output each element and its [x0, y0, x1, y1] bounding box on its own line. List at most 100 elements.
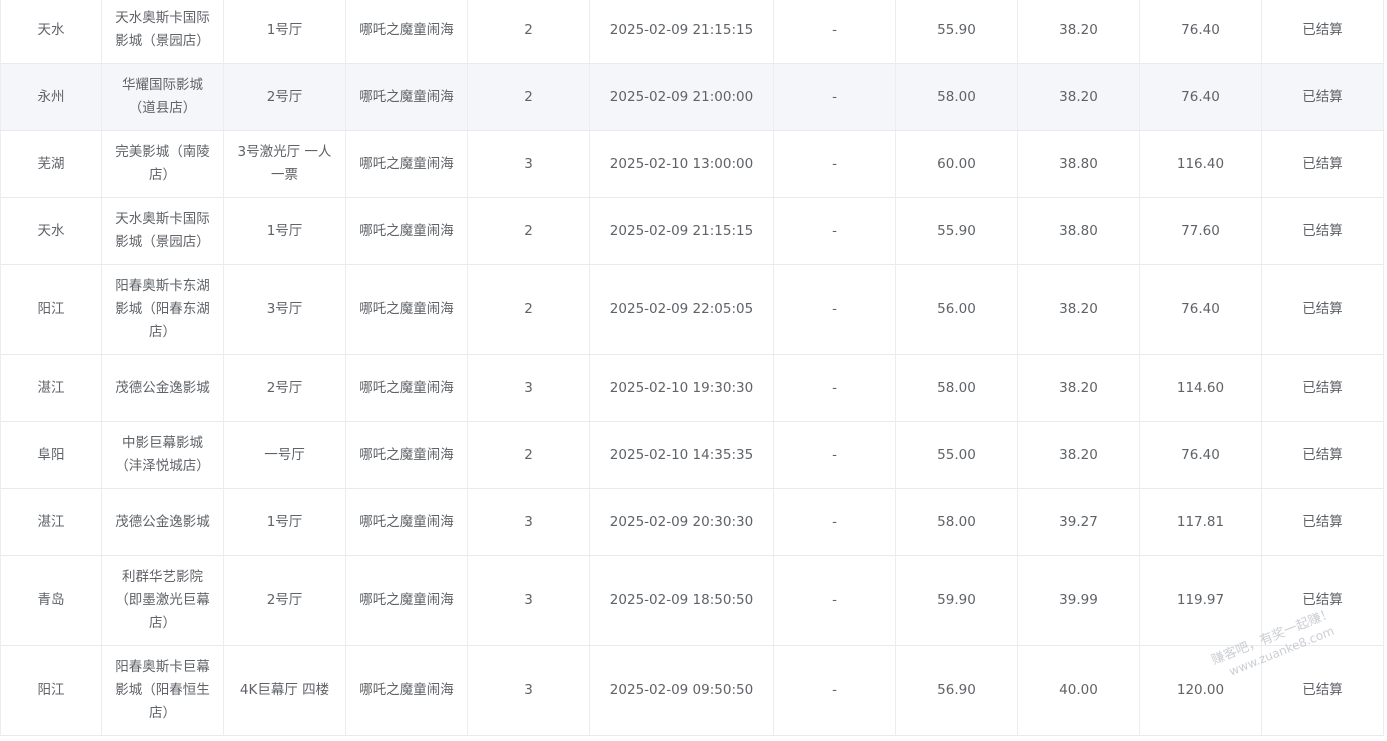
cell-showtime: 2025-02-09 21:15:15	[589, 197, 774, 265]
table-row[interactable]: 芜湖 完美影城（南陵店） 3号激光厅 一人一票 哪吒之魔童闹海 3 2025-02-10 …	[0, 130, 1384, 198]
cell-qty: 2	[467, 0, 590, 64]
cell-movie: 哪吒之魔童闹海	[345, 197, 468, 265]
cell-price: 58.00	[895, 354, 1018, 422]
cell-status: 已结算	[1261, 197, 1384, 265]
cell-cinema: 利群华艺影院（即墨激光巨幕店）	[101, 555, 224, 646]
cell-cinema: 中影巨幕影城（沣泽悦城店）	[101, 421, 224, 489]
cell-city: 天水	[0, 0, 102, 64]
cell-seat: -	[773, 130, 896, 198]
cell-city: 青岛	[0, 555, 102, 646]
table-row[interactable]: 湛江 茂德公金逸影城 1号厅 哪吒之魔童闹海 3 2025-02-09 20:30:30-…	[0, 488, 1384, 556]
cell-unit-cost: 38.20	[1017, 264, 1140, 355]
cell-status: 已结算	[1261, 130, 1384, 198]
cell-city: 阳江	[0, 645, 102, 736]
cell-unit-cost: 40.00	[1017, 645, 1140, 736]
cell-showtime: 2025-02-09 18:50:50	[589, 555, 774, 646]
cell-qty: 2	[467, 63, 590, 131]
cell-qty: 2	[467, 421, 590, 489]
cell-seat: -	[773, 354, 896, 422]
cell-cinema: 华耀国际影城（道县店）	[101, 63, 224, 131]
cell-price: 59.90	[895, 555, 1018, 646]
cell-movie: 哪吒之魔童闹海	[345, 130, 468, 198]
cell-seat: -	[773, 488, 896, 556]
cell-city: 永州	[0, 63, 102, 131]
cell-price: 55.90	[895, 197, 1018, 265]
cell-hall: 1号厅	[223, 488, 346, 556]
cell-cinema: 阳春奥斯卡东湖影城（阳春东湖店）	[101, 264, 224, 355]
cell-status: 已结算	[1261, 555, 1384, 646]
cell-movie: 哪吒之魔童闹海	[345, 264, 468, 355]
cell-unit-cost: 38.20	[1017, 421, 1140, 489]
cell-seat: -	[773, 197, 896, 265]
cell-city: 湛江	[0, 354, 102, 422]
cell-seat: -	[773, 63, 896, 131]
cell-showtime: 2025-02-09 20:30:30	[589, 488, 774, 556]
cell-seat: -	[773, 264, 896, 355]
cell-hall: 1号厅	[223, 197, 346, 265]
table-row[interactable]: 天水 天水奥斯卡国际影城（景园店） 1号厅 哪吒之魔童闹海 2 2025-02-09 21…	[0, 197, 1384, 265]
cell-cinema: 茂德公金逸影城	[101, 488, 224, 556]
cell-qty: 3	[467, 130, 590, 198]
cell-qty: 3	[467, 488, 590, 556]
cell-unit-cost: 38.20	[1017, 63, 1140, 131]
cell-price: 58.00	[895, 488, 1018, 556]
cell-status: 已结算	[1261, 63, 1384, 131]
cell-movie: 哪吒之魔童闹海	[345, 0, 468, 64]
cell-movie: 哪吒之魔童闹海	[345, 421, 468, 489]
cell-total: 76.40	[1139, 421, 1262, 489]
cell-total: 76.40	[1139, 264, 1262, 355]
cell-qty: 3	[467, 354, 590, 422]
cell-showtime: 2025-02-09 22:05:05	[589, 264, 774, 355]
cell-status: 已结算	[1261, 264, 1384, 355]
cell-price: 55.00	[895, 421, 1018, 489]
cell-unit-cost: 38.20	[1017, 0, 1140, 64]
cell-status: 已结算	[1261, 0, 1384, 64]
cell-city: 阜阳	[0, 421, 102, 489]
cell-showtime: 2025-02-10 14:35:35	[589, 421, 774, 489]
cell-hall: 一号厅	[223, 421, 346, 489]
cell-cinema: 阳春奥斯卡巨幕影城（阳春恒生店）	[101, 645, 224, 736]
table-row[interactable]: 阳江 阳春奥斯卡巨幕影城（阳春恒生店） 4K巨幕厅 四楼 哪吒之魔童闹海 3 2025-0…	[0, 645, 1384, 736]
table-row[interactable]: 阳江 阳春奥斯卡东湖影城（阳春东湖店） 3号厅 哪吒之魔童闹海 2 2025-02-09 …	[0, 264, 1384, 355]
table-row[interactable]: 天水 天水奥斯卡国际影城（景园店） 1号厅 哪吒之魔童闹海 2 2025-02-09 21…	[0, 0, 1384, 64]
table-row[interactable]: 青岛 利群华艺影院（即墨激光巨幕店） 2号厅 哪吒之魔童闹海 3 2025-02-09 1…	[0, 555, 1384, 646]
cell-hall: 2号厅	[223, 63, 346, 131]
cell-qty: 3	[467, 555, 590, 646]
cell-city: 天水	[0, 197, 102, 265]
cell-unit-cost: 38.20	[1017, 354, 1140, 422]
orders-table: 天水 天水奥斯卡国际影城（景园店） 1号厅 哪吒之魔童闹海 2 2025-02-09 21…	[0, 0, 1384, 736]
cell-hall: 3号激光厅 一人一票	[223, 130, 346, 198]
table-row[interactable]: 永州 华耀国际影城（道县店） 2号厅 哪吒之魔童闹海 2 2025-02-09 21:00…	[0, 63, 1384, 131]
cell-seat: -	[773, 555, 896, 646]
cell-price: 56.90	[895, 645, 1018, 736]
cell-hall: 1号厅	[223, 0, 346, 64]
cell-movie: 哪吒之魔童闹海	[345, 555, 468, 646]
cell-total: 77.60	[1139, 197, 1262, 265]
cell-showtime: 2025-02-10 19:30:30	[589, 354, 774, 422]
cell-movie: 哪吒之魔童闹海	[345, 354, 468, 422]
cell-unit-cost: 38.80	[1017, 130, 1140, 198]
cell-seat: -	[773, 0, 896, 64]
cell-cinema: 天水奥斯卡国际影城（景园店）	[101, 0, 224, 64]
cell-total: 117.81	[1139, 488, 1262, 556]
cell-status: 已结算	[1261, 354, 1384, 422]
cell-price: 58.00	[895, 63, 1018, 131]
table-row[interactable]: 阜阳 中影巨幕影城（沣泽悦城店） 一号厅 哪吒之魔童闹海 2 2025-02-10 14:…	[0, 421, 1384, 489]
cell-city: 阳江	[0, 264, 102, 355]
cell-total: 116.40	[1139, 130, 1262, 198]
cell-cinema: 天水奥斯卡国际影城（景园店）	[101, 197, 224, 265]
table-row[interactable]: 湛江 茂德公金逸影城 2号厅 哪吒之魔童闹海 3 2025-02-10 19:30:30-…	[0, 354, 1384, 422]
cell-unit-cost: 39.27	[1017, 488, 1140, 556]
cell-movie: 哪吒之魔童闹海	[345, 63, 468, 131]
cell-city: 芜湖	[0, 130, 102, 198]
cell-total: 114.60	[1139, 354, 1262, 422]
cell-qty: 2	[467, 197, 590, 265]
cell-qty: 2	[467, 264, 590, 355]
cell-showtime: 2025-02-09 09:50:50	[589, 645, 774, 736]
cell-total: 119.97	[1139, 555, 1262, 646]
cell-seat: -	[773, 421, 896, 489]
cell-hall: 4K巨幕厅 四楼	[223, 645, 346, 736]
cell-showtime: 2025-02-10 13:00:00	[589, 130, 774, 198]
cell-hall: 2号厅	[223, 354, 346, 422]
cell-total: 76.40	[1139, 0, 1262, 64]
